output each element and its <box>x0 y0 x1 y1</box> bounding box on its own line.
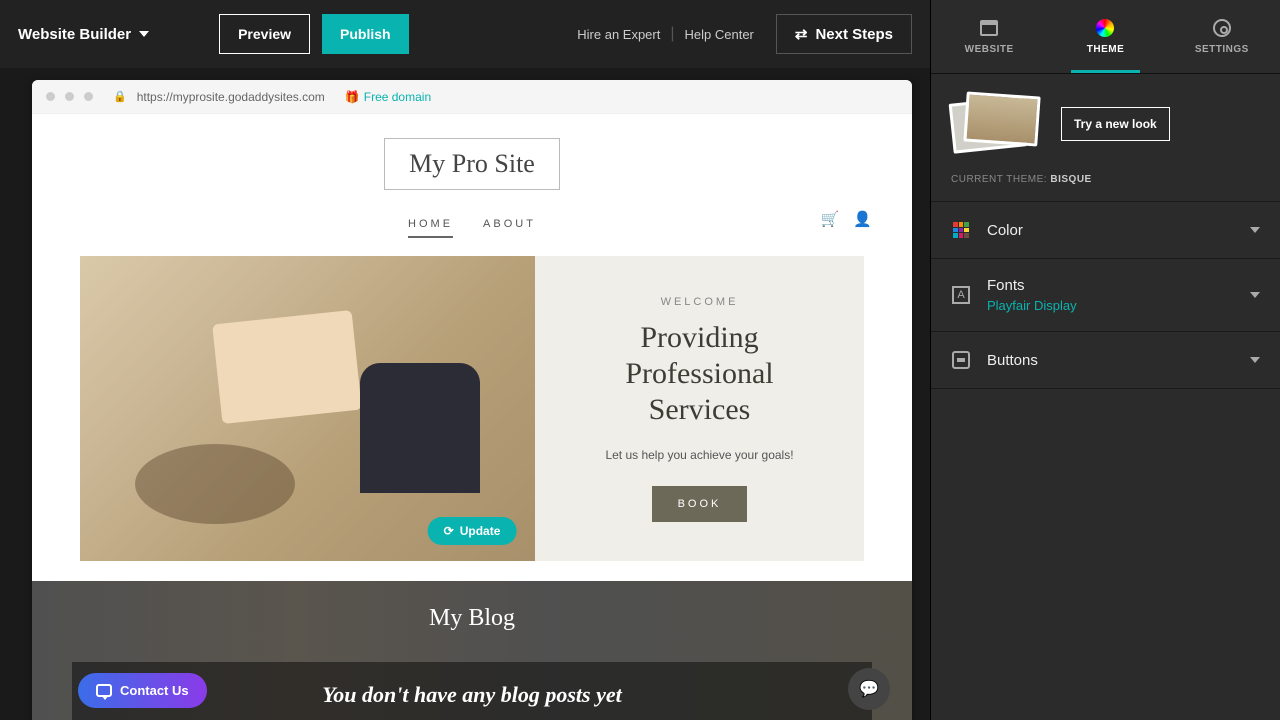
tab-website[interactable]: WEBSITE <box>931 0 1047 73</box>
hero-headline-3: Services <box>649 392 751 428</box>
app-switcher[interactable]: Website Builder <box>18 26 149 43</box>
site-title[interactable]: My Pro Site <box>384 138 560 190</box>
theme-showcase: Try a new look <box>931 74 1280 174</box>
hero-headline-2: Professional <box>625 356 773 392</box>
nav-home[interactable]: HOME <box>408 218 453 238</box>
site-nav: HOME ABOUT <box>32 218 912 238</box>
publish-button[interactable]: Publish <box>322 14 409 54</box>
next-steps-button[interactable]: ⇄ Next Steps <box>776 14 912 54</box>
gift-icon: 🎁 <box>345 90 360 104</box>
canvas: 🔒 https://myprosite.godaddysites.com 🎁Fr… <box>0 68 930 720</box>
update-pill[interactable]: ⟳ Update <box>428 517 517 545</box>
help-center-link[interactable]: Help Center <box>685 27 754 42</box>
hero-eyebrow: WELCOME <box>661 296 739 308</box>
font-icon: A <box>952 286 970 304</box>
chat-icon <box>96 684 112 697</box>
book-button[interactable]: BOOK <box>652 486 748 522</box>
refresh-icon: ⟳ <box>444 524 454 538</box>
accordion-fonts[interactable]: A Fonts Playfair Display <box>931 258 1280 331</box>
chevron-down-icon <box>1250 357 1260 363</box>
button-icon <box>952 351 970 369</box>
hero-section[interactable]: WELCOME Providing Professional Services … <box>80 256 864 561</box>
accordion-buttons[interactable]: Buttons <box>931 331 1280 389</box>
window-dot <box>46 92 55 101</box>
lock-icon: 🔒 <box>113 90 127 103</box>
free-domain-link[interactable]: 🎁Free domain <box>345 90 431 104</box>
chat-fab[interactable]: 💬 <box>848 668 890 710</box>
cart-icon[interactable]: 🛒 <box>821 210 840 228</box>
tab-theme[interactable]: THEME <box>1047 0 1163 73</box>
hero-text[interactable]: WELCOME Providing Professional Services … <box>535 256 864 561</box>
hero-headline-1: Providing <box>640 320 758 356</box>
blog-title: My Blog <box>32 605 912 632</box>
topbar: Website Builder Preview Publish Hire an … <box>0 0 930 68</box>
panel-tabs: WEBSITE THEME SETTINGS <box>931 0 1280 74</box>
browser-icon <box>980 20 998 36</box>
preview-button[interactable]: Preview <box>219 14 310 54</box>
theme-panel: WEBSITE THEME SETTINGS Try a new look CU… <box>930 0 1280 720</box>
site-header[interactable]: My Pro Site HOME ABOUT 🛒 👤 <box>32 114 912 238</box>
window-dot <box>84 92 93 101</box>
nav-about[interactable]: ABOUT <box>483 218 536 238</box>
user-icon[interactable]: 👤 <box>853 210 872 228</box>
accordion-color[interactable]: Color <box>931 201 1280 258</box>
browser-bar: 🔒 https://myprosite.godaddysites.com 🎁Fr… <box>32 80 912 114</box>
tab-settings[interactable]: SETTINGS <box>1164 0 1280 73</box>
current-theme-label: CURRENT THEME: BISQUE <box>931 174 1280 201</box>
contact-us-button[interactable]: Contact Us <box>78 673 207 708</box>
chevron-down-icon <box>139 31 149 37</box>
hero-sub: Let us help you achieve your goals! <box>605 448 793 462</box>
window-dot <box>65 92 74 101</box>
try-new-look-button[interactable]: Try a new look <box>1061 107 1170 141</box>
chevron-down-icon <box>1250 227 1260 233</box>
checklist-icon: ⇄ <box>795 27 808 42</box>
app-name: Website Builder <box>18 26 131 43</box>
site-preview-frame: 🔒 https://myprosite.godaddysites.com 🎁Fr… <box>32 80 912 720</box>
color-wheel-icon <box>1096 19 1114 37</box>
speech-bubble-icon: 💬 <box>859 679 879 699</box>
chevron-down-icon <box>1250 292 1260 298</box>
site-url: https://myprosite.godaddysites.com <box>137 90 325 104</box>
color-swatch-icon <box>953 222 969 238</box>
theme-thumbnails[interactable] <box>951 94 1041 154</box>
hire-expert-link[interactable]: Hire an Expert <box>577 27 660 42</box>
hero-image[interactable] <box>80 256 535 561</box>
gear-icon <box>1213 19 1231 37</box>
